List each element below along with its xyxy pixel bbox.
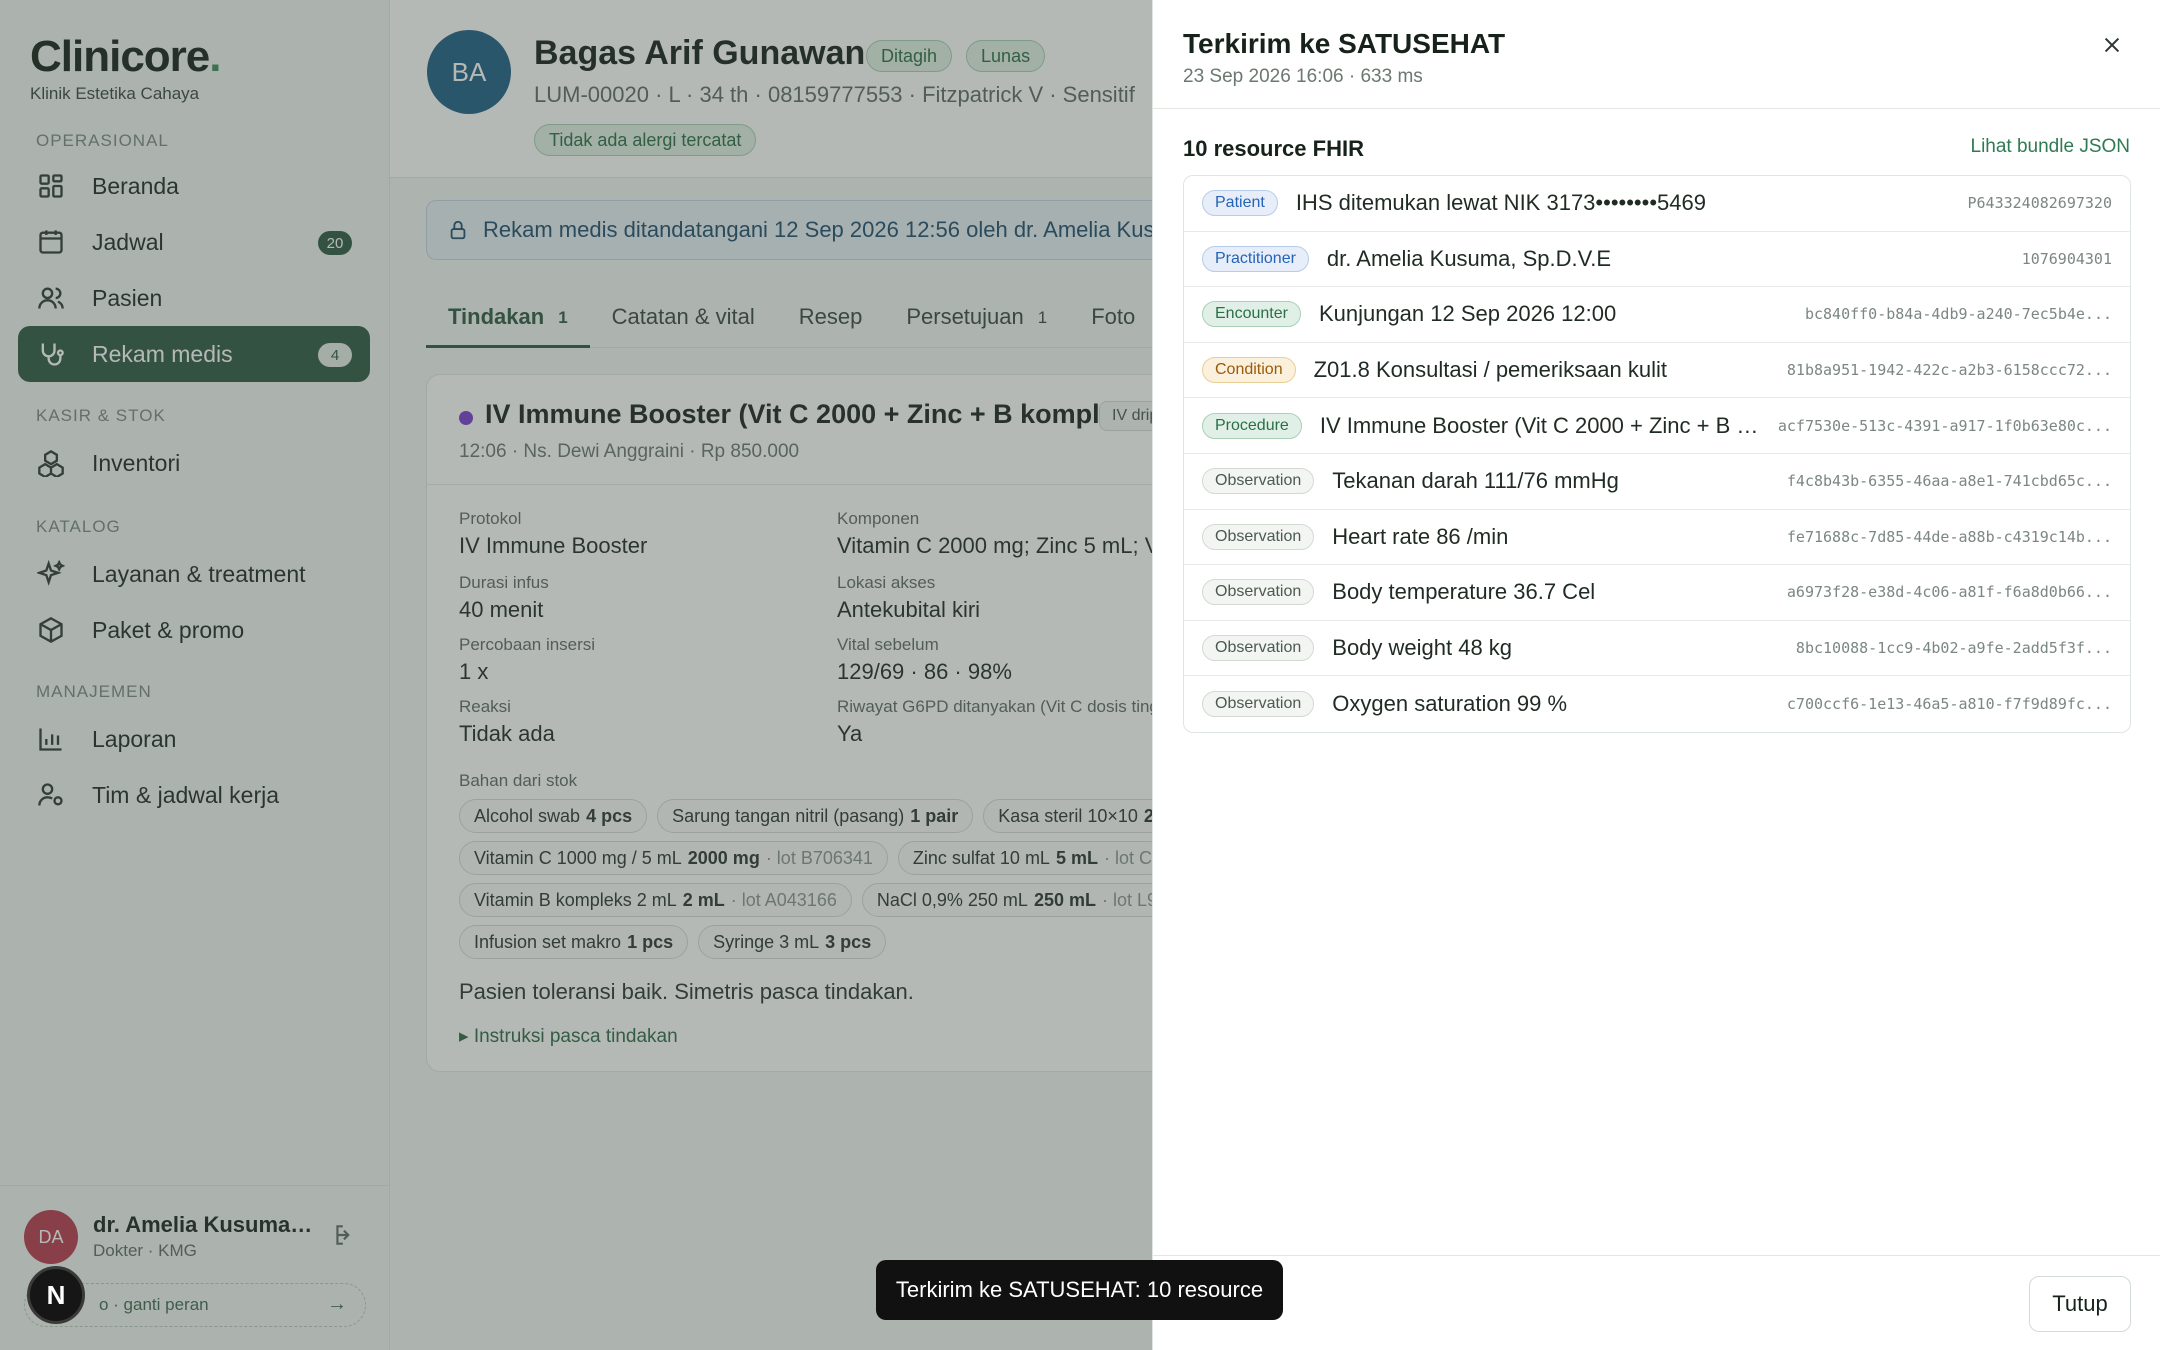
resource-description: Tekanan darah 111/76 mmHg [1332,468,1619,494]
fhir-resource-row[interactable]: Procedure IV Immune Booster (Vit C 2000 +… [1184,398,2130,454]
fhir-resource-row[interactable]: Observation Body temperature 36.7 Cel a697… [1184,565,2130,621]
fhir-resource-row[interactable]: Patient IHS ditemukan lewat NIK 3173•••••… [1184,176,2130,232]
resource-description: IHS ditemukan lewat NIK 3173••••••••5469 [1295,190,1706,216]
resource-description: Body weight 48 kg [1332,635,1513,661]
resource-description: Oxygen saturation 99 % [1332,691,1568,717]
resource-description: Body temperature 36.7 Cel [1332,579,1596,605]
view-bundle-json-link[interactable]: Lihat bundle JSON [1971,136,2131,158]
fhir-resource-row[interactable]: Observation Tekanan darah 111/76 mmHg f4c8… [1184,454,2130,510]
divider [1153,108,2160,109]
resource-type-badge: Observation [1202,579,1315,606]
close-button[interactable]: Tutup [2029,1276,2131,1332]
satusehat-drawer: Terkirim ke SATUSEHAT 23 Sep 2026 16:06 … [1152,0,2160,1350]
resource-id: fe71688c-7d85-44de-a88b-c4319c14b... [1786,527,2112,546]
resource-type-badge: Observation [1202,635,1315,662]
drawer-subtitle: 23 Sep 2026 16:06 · 633 ms [1183,66,1423,87]
fhir-resource-row[interactable]: Condition Z01.8 Konsultasi / pemeriksaan … [1184,343,2130,399]
resource-id: 1076904301 [2021,249,2112,268]
toast-notification: Terkirim ke SATUSEHAT: 10 resource [876,1260,1283,1320]
resource-type-badge: Condition [1202,357,1296,384]
modal-backdrop[interactable] [0,0,1152,1350]
resource-description: IV Immune Booster (Vit C 2000 + Zinc + B… [1319,412,1760,438]
resource-id: f4c8b43b-6355-46aa-a8e1-741cbd65c... [1786,472,2112,491]
resource-description: dr. Amelia Kusuma, Sp.D.V.E [1326,245,1612,271]
resource-id: c700ccf6-1e13-46a5-a810-f7f9d89fc... [1786,695,2112,714]
resource-type-badge: Observation [1202,691,1315,718]
drawer-title: Terkirim ke SATUSEHAT [1183,28,1506,59]
resource-id: 81b8a951-1942-422c-a2b3-6158ccc72... [1786,361,2112,380]
resource-description: Kunjungan 12 Sep 2026 12:00 [1318,301,1617,327]
resource-type-badge: Practitioner [1202,245,1309,272]
resource-type-badge: Procedure [1202,412,1302,439]
n-logo-icon[interactable]: N [27,1266,85,1324]
resource-id: P643324082697320 [1967,194,2113,213]
resource-type-badge: Observation [1202,523,1315,550]
resource-count: 10 resource FHIR [1183,136,1364,161]
resource-id: a6973f28-e38d-4c06-a81f-f6a8d0b66... [1786,583,2112,602]
fhir-resource-list: Patient IHS ditemukan lewat NIK 3173•••••… [1183,175,2131,733]
fhir-resource-row[interactable]: Practitioner dr. Amelia Kusuma, Sp.D.V.E 1… [1184,232,2130,288]
fhir-resource-row[interactable]: Observation Oxygen saturation 99 % c700ccf… [1184,676,2130,732]
resource-id: acf7530e-513c-4391-a917-1f0b63e80c... [1777,416,2112,435]
resource-id: 8bc10088-1cc9-4b02-a9fe-2add5f3f... [1795,639,2112,658]
fhir-resource-row[interactable]: Observation Body weight 48 kg 8bc10088-1cc… [1184,621,2130,677]
fhir-resource-row[interactable]: Encounter Kunjungan 12 Sep 2026 12:00 bc84… [1184,287,2130,343]
close-icon[interactable] [2097,30,2127,60]
fhir-resource-row[interactable]: Observation Heart rate 86 /min fe71688c-7d… [1184,510,2130,566]
resource-type-badge: Observation [1202,468,1315,495]
resource-id: bc840ff0-b84a-4db9-a240-7ec5b4e... [1804,305,2112,324]
resource-description: Heart rate 86 /min [1332,523,1509,549]
resource-type-badge: Patient [1202,190,1278,217]
resource-type-badge: Encounter [1202,301,1301,328]
resource-description: Z01.8 Konsultasi / pemeriksaan kulit [1313,357,1668,383]
drawer-footer: Tutup [1153,1255,2160,1350]
